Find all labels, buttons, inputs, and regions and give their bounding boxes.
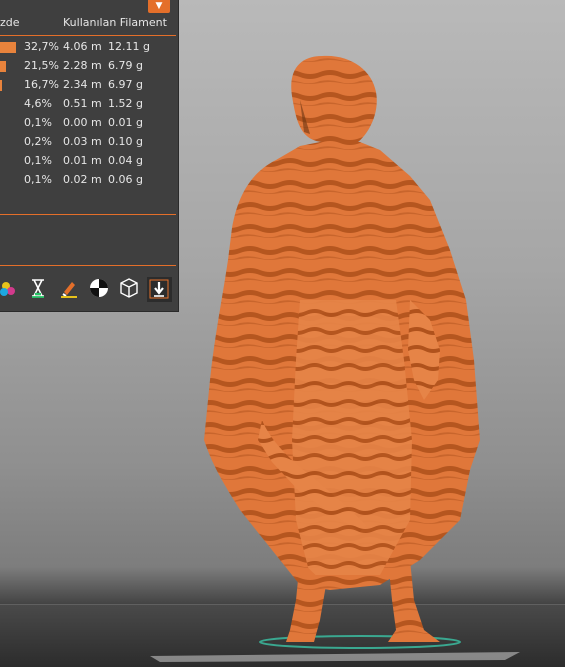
view-mode-toolbar <box>0 274 178 304</box>
section-divider <box>0 265 176 266</box>
filament-length: 0.02 m <box>63 173 102 186</box>
filament-weight: 12.11 g <box>108 40 150 53</box>
filament-weight: 0.01 g <box>108 116 143 129</box>
paint-tool-icon[interactable] <box>58 277 80 299</box>
print-time-icon[interactable] <box>27 277 49 299</box>
filament-length: 2.28 m <box>63 59 102 72</box>
export-down-icon[interactable] <box>147 277 172 302</box>
usage-percentage: 0,1% <box>24 173 52 186</box>
panel-dropdown-button[interactable]: ▼ <box>148 0 170 13</box>
filament-weight: 6.97 g <box>108 78 143 91</box>
filament-row: 0,2% 0.03 m 0.10 g <box>0 133 178 151</box>
usage-percentage: 32,7% <box>24 40 59 53</box>
statue-right-leg <box>388 560 440 642</box>
filament-row: 0,1% 0.02 m 0.06 g <box>0 171 178 189</box>
layer-height-icon[interactable] <box>88 277 110 299</box>
plate-marker <box>150 635 520 662</box>
filament-weight: 1.52 g <box>108 97 143 110</box>
filament-row: 21,5% 2.28 m 6.79 g <box>0 57 178 75</box>
filament-statistics-panel: ▼ zde Kullanılan Filament 32,7% 4.06 m 12.… <box>0 0 179 312</box>
filament-row: 0,1% 0.01 m 0.04 g <box>0 152 178 170</box>
usage-percentage: 0,2% <box>24 135 52 148</box>
filament-length: 0.03 m <box>63 135 102 148</box>
filament-weight: 6.79 g <box>108 59 143 72</box>
filament-length: 2.34 m <box>63 78 102 91</box>
column-header-filament-used: Kullanılan Filament <box>63 16 167 29</box>
filament-row: 0,1% 0.00 m 0.01 g <box>0 114 178 132</box>
filament-row: 16,7% 2.34 m 6.97 g <box>0 76 178 94</box>
filament-row: 4,6% 0.51 m 1.52 g <box>0 95 178 113</box>
usage-bar <box>0 61 6 72</box>
statue-tunic <box>292 300 412 575</box>
usage-percentage: 4,6% <box>24 97 52 110</box>
usage-percentage: 21,5% <box>24 59 59 72</box>
usage-percentage: 16,7% <box>24 78 59 91</box>
usage-percentage: 0,1% <box>24 154 52 167</box>
filament-row: 32,7% 4.06 m 12.11 g <box>0 38 178 56</box>
color-print-icon[interactable] <box>0 277 22 299</box>
filament-weight: 0.06 g <box>108 173 143 186</box>
filament-weight: 0.10 g <box>108 135 143 148</box>
usage-percentage: 0,1% <box>24 116 52 129</box>
section-divider <box>0 214 176 215</box>
header-divider <box>0 35 176 36</box>
usage-bar <box>0 42 16 53</box>
filament-length: 0.00 m <box>63 116 102 129</box>
column-header-percentage: zde <box>0 16 20 29</box>
bounding-box-icon[interactable] <box>118 277 140 299</box>
filament-length: 4.06 m <box>63 40 102 53</box>
usage-bar <box>0 80 2 91</box>
chevron-down-icon: ▼ <box>155 1 163 11</box>
filament-length: 0.51 m <box>63 97 102 110</box>
filament-length: 0.01 m <box>63 154 102 167</box>
filament-weight: 0.04 g <box>108 154 143 167</box>
